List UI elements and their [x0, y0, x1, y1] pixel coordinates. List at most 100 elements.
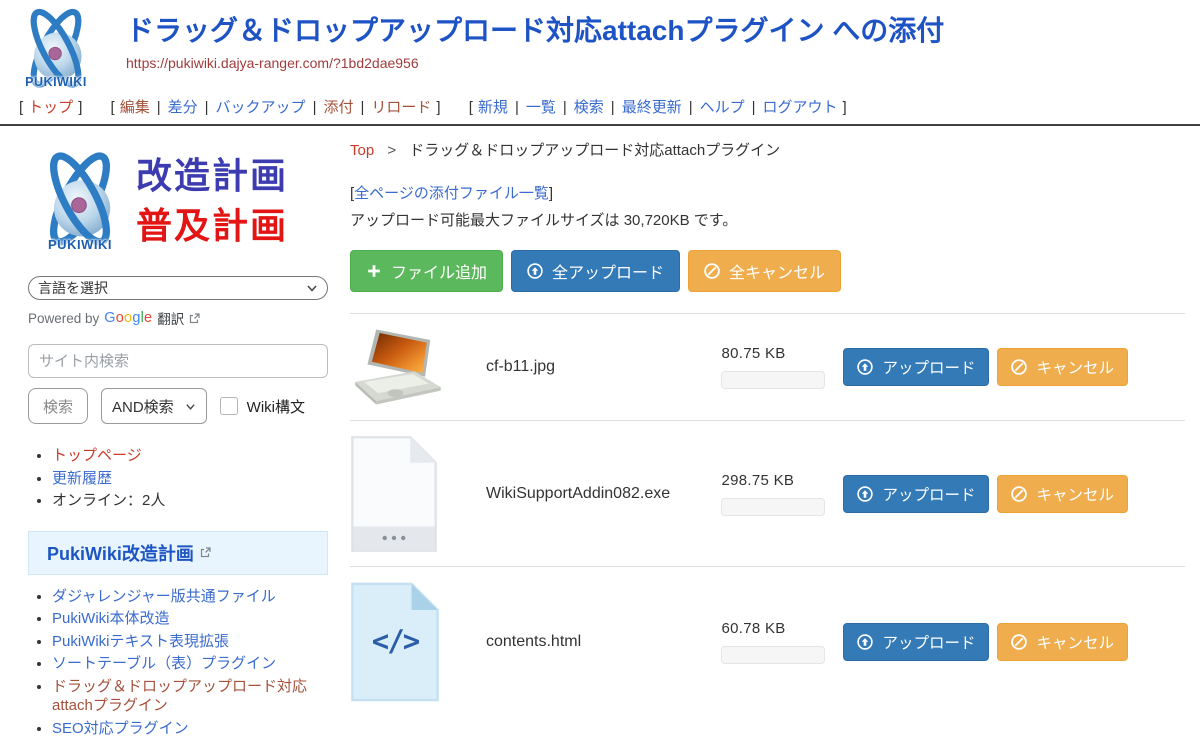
nav-link-search[interactable]: 検索: [574, 99, 604, 116]
file-name: contents.html: [486, 633, 721, 651]
language-select-value: 言語を選択: [38, 278, 108, 298]
sidebar-section-link[interactable]: PukiWiki改造計画: [47, 540, 194, 566]
add-files-button[interactable]: ファイル追加: [350, 250, 503, 292]
search-mode-value: AND検索: [112, 396, 174, 417]
file-size: 298.75 KB: [721, 472, 825, 489]
sidebar-link-core-mod[interactable]: PukiWiki本体改造: [52, 610, 170, 627]
plus-icon: [366, 263, 382, 279]
upload-all-button[interactable]: 全アップロード: [511, 250, 680, 292]
sidebar-link-history[interactable]: 更新履歴: [52, 470, 112, 487]
separator: |: [563, 99, 567, 116]
upload-circle-icon: [857, 486, 873, 502]
progress-bar: [721, 371, 825, 389]
separator: |: [752, 99, 756, 116]
bracket: ]: [78, 99, 82, 116]
top-navigation: [トップ] [編集|差分|バックアップ|添付|リロード] [新規|一覧|検索|最…: [14, 96, 1200, 117]
breadcrumb: Top > ドラッグ＆ドロップアップロード対応attachプラグイン: [350, 139, 1185, 160]
logo-wordmark: PUKIWIKI: [12, 75, 100, 89]
file-name: WikiSupportAddin082.exe: [486, 485, 721, 503]
breadcrumb-top-link[interactable]: Top: [350, 142, 374, 159]
progress-bar: [721, 646, 825, 664]
nav-link-new[interactable]: 新規: [478, 99, 508, 116]
search-button[interactable]: 検索: [28, 388, 88, 424]
file-name: cf-b11.jpg: [486, 358, 721, 376]
sidebar-section-header: PukiWiki改造計画: [28, 531, 328, 575]
sidebar-link-seo[interactable]: SEO対応プラグイン: [52, 720, 189, 737]
generic-file-icon: [350, 432, 446, 556]
upload-circle-icon: [857, 359, 873, 375]
nav-link-help[interactable]: ヘルプ: [700, 99, 745, 116]
bracket: ]: [549, 185, 553, 202]
chevron-down-icon: [185, 401, 196, 412]
cancel-button[interactable]: キャンセル: [997, 623, 1128, 661]
upload-button[interactable]: アップロード: [843, 475, 989, 513]
atom-logo-icon: PUKIWIKI: [28, 142, 132, 260]
nav-link-list[interactable]: 一覧: [526, 99, 556, 116]
file-size: 60.78 KB: [721, 620, 825, 637]
nav-link-logout[interactable]: ログアウト: [763, 99, 838, 116]
powered-by-label: Powered by: [28, 311, 99, 326]
nav-link-recent[interactable]: 最終更新: [622, 99, 682, 116]
sidebar-quick-links: トップページ 更新履歴 オンライン：2人: [28, 446, 345, 511]
ban-icon: [1011, 359, 1027, 375]
bracket: [: [469, 99, 473, 116]
sidebar-link-toppage[interactable]: トップページ: [52, 447, 142, 464]
ban-icon: [1011, 634, 1027, 650]
bracket: [: [19, 99, 23, 116]
upload-button[interactable]: アップロード: [843, 348, 989, 386]
nav-link-top[interactable]: トップ: [28, 99, 73, 116]
all-attachments-link[interactable]: 全ページの添付ファイル一覧: [354, 185, 549, 202]
separator: |: [611, 99, 615, 116]
sidebar-link-text-ext[interactable]: PukiWikiテキスト表現拡張: [52, 633, 229, 650]
list-item: ドラッグ＆ドロップアップロード対応attachプラグイン: [52, 677, 345, 716]
bracket: ]: [436, 99, 440, 116]
translate-link[interactable]: 翻訳: [157, 308, 184, 328]
sidebar: PUKIWIKI 改造計画 普及計画 言語を選択 Powered by Goog…: [0, 126, 345, 741]
nav-link-edit[interactable]: 編集: [120, 99, 150, 116]
html-code-file-icon: </>: [350, 580, 446, 704]
nav-link-attach[interactable]: 添付: [323, 99, 353, 116]
separator: |: [515, 99, 519, 116]
list-item: 更新履歴: [52, 469, 345, 489]
list-item: SEO対応プラグイン: [52, 719, 345, 739]
online-count: オンライン：2人: [52, 492, 165, 509]
page-header: PUKIWIKI ドラッグ＆ドロップアップロード対応attachプラグイン への…: [0, 0, 1200, 92]
sidebar-site-logo[interactable]: PUKIWIKI 改造計画 普及計画: [28, 142, 345, 260]
list-item: PukiWiki本体改造: [52, 609, 345, 629]
search-mode-select[interactable]: AND検索: [101, 388, 207, 424]
separator: |: [360, 99, 364, 116]
separator: |: [157, 99, 161, 116]
logo-wordmark: PUKIWIKI: [28, 237, 132, 252]
sidebar-link-common-files[interactable]: ダジャレンジャー版共通ファイル: [52, 588, 276, 605]
external-link-icon: [189, 313, 200, 324]
nav-link-reload[interactable]: リロード: [371, 99, 431, 116]
nav-link-diff[interactable]: 差分: [168, 99, 198, 116]
page-url-link[interactable]: https://pukiwiki.dajya-ranger.com/?1bd2d…: [126, 55, 419, 71]
sidebar-link-dnd-attach-current[interactable]: ドラッグ＆ドロップアップロード対応attachプラグイン: [52, 678, 307, 715]
ban-icon: [704, 263, 720, 279]
nav-link-backup[interactable]: バックアップ: [216, 99, 306, 116]
bracket: ]: [843, 99, 847, 116]
breadcrumb-current-page: ドラッグ＆ドロップアップロード対応attachプラグイン: [409, 142, 780, 159]
separator: |: [689, 99, 693, 116]
sidebar-link-sort-table[interactable]: ソートテーブル（表）プラグイン: [52, 655, 276, 672]
list-item: オンライン：2人: [52, 491, 345, 511]
list-item: ダジャレンジャー版共通ファイル: [52, 587, 345, 607]
cancel-button[interactable]: キャンセル: [997, 475, 1128, 513]
cancel-button[interactable]: キャンセル: [997, 348, 1128, 386]
separator: |: [205, 99, 209, 116]
cancel-all-button[interactable]: 全キャンセル: [688, 250, 841, 292]
code-glyph: </>: [350, 624, 440, 658]
site-search-input[interactable]: [28, 344, 328, 378]
upload-button[interactable]: アップロード: [843, 623, 989, 661]
language-select[interactable]: 言語を選択: [28, 276, 328, 300]
chevron-down-icon: [306, 282, 318, 294]
file-row: WikiSupportAddin082.exe 298.75 KB アップロード…: [350, 420, 1185, 566]
max-file-size-text: アップロード可能最大ファイルサイズは 30,720KB です。: [350, 209, 1185, 230]
pukiwiki-atom-logo-icon[interactable]: PUKIWIKI: [12, 6, 100, 94]
google-logo: Google: [104, 310, 152, 326]
wiki-syntax-checkbox[interactable]: [220, 397, 238, 415]
logo-text-kaizo: 改造計画: [136, 151, 288, 201]
list-item: ソートテーブル（表）プラグイン: [52, 654, 345, 674]
breadcrumb-separator: >: [387, 142, 396, 159]
